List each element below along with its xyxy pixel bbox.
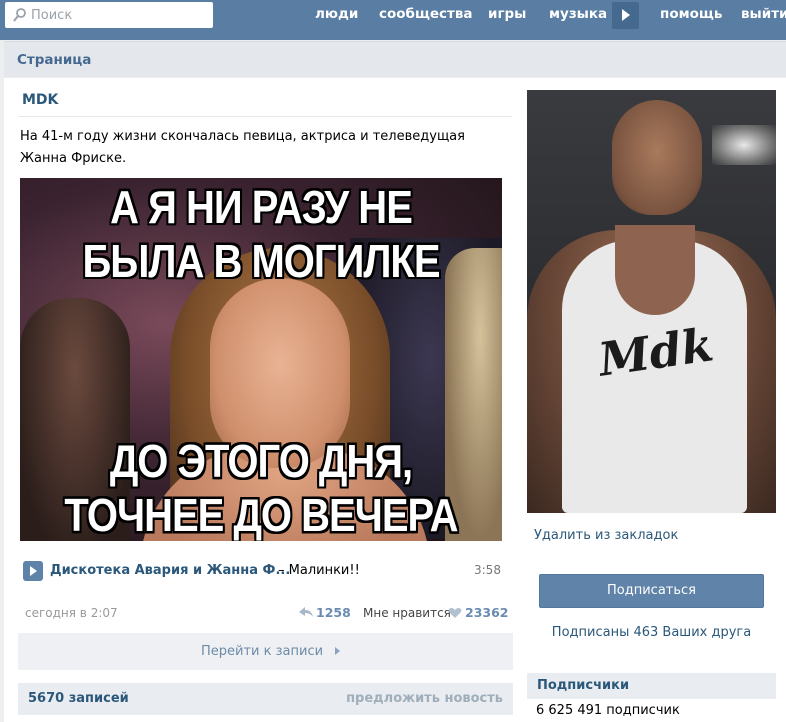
post-author-link[interactable]: MDK [22, 92, 58, 108]
avatar-neck [615, 225, 695, 315]
music-play-button[interactable] [612, 2, 639, 29]
post-date-link[interactable]: сегодня в 2:07 [25, 606, 118, 620]
wall-header: 5670 записей предложить новость [18, 683, 513, 715]
share-count[interactable]: 1258 [316, 605, 351, 620]
meme-text-top-1: А Я НИ РАЗУ НЕ [110, 182, 413, 234]
remove-bookmark-link[interactable]: Удалить из закладок [534, 528, 678, 543]
post-image[interactable]: А Я НИ РАЗУ НЕ БЫЛА В МОГИЛКЕ ДО ЭТОГО Д… [20, 178, 502, 541]
post-text: На 41-м году жизни скончалась певица, ак… [20, 129, 465, 166]
subscribers-title: Подписчики [537, 678, 630, 693]
subscribers-header[interactable]: Подписчики [527, 673, 776, 699]
nav-music[interactable]: музыка [549, 6, 607, 22]
page-title: Страница [17, 52, 92, 68]
avatar-light [712, 125, 776, 165]
goto-post-label: Перейти к записи [201, 644, 324, 659]
audio-title: – Малинки!! [278, 563, 360, 578]
heart-icon[interactable] [448, 607, 462, 619]
like-count[interactable]: 23362 [465, 605, 509, 620]
audio-play-button[interactable] [23, 561, 43, 581]
like-label[interactable]: Мне нравится [363, 606, 451, 620]
nav-help[interactable]: помощь [660, 6, 722, 22]
audio-artist-link[interactable]: Дискотека Авария и Жанна Ф... [50, 563, 290, 578]
friends-subscribed-link[interactable]: Подписаны 463 Ваших друга [527, 625, 776, 640]
suggest-news-link[interactable]: предложить новость [346, 691, 503, 706]
goto-post-button[interactable]: Перейти к записи [18, 633, 513, 670]
search-box[interactable] [5, 2, 213, 28]
avatar-head [612, 100, 702, 215]
wall-posts-count[interactable]: 5670 записей [28, 691, 129, 706]
meme-text-bottom-1: ДО ЭТОГО ДНЯ, [109, 436, 413, 488]
play-icon [622, 9, 630, 21]
play-icon [30, 566, 37, 576]
share-icon[interactable] [298, 606, 314, 618]
subscribers-count: 6 625 491 подписчик [536, 703, 680, 718]
audio-duration: 3:58 [474, 563, 501, 577]
search-icon [13, 8, 26, 22]
subscribe-button[interactable]: Подписаться [539, 574, 764, 608]
nav-logout[interactable]: выйти [741, 6, 786, 22]
meme-text-bottom-2: ТОЧНЕЕ ДО ВЕЧЕРА [64, 490, 458, 541]
page-header: Страница [4, 41, 786, 77]
nav-games[interactable]: игры [488, 6, 526, 22]
meme-text-top-2: БЫЛА В МОГИЛКЕ [82, 236, 441, 288]
nav-people[interactable]: люди [315, 6, 358, 22]
chevron-right-icon [335, 647, 340, 655]
search-input[interactable] [31, 5, 206, 25]
divider [18, 116, 512, 117]
top-navigation-bar: люди сообщества игры музыка помощь выйти [0, 0, 786, 40]
nav-communities[interactable]: сообщества [379, 6, 473, 22]
community-avatar[interactable]: Mdk [527, 90, 776, 513]
